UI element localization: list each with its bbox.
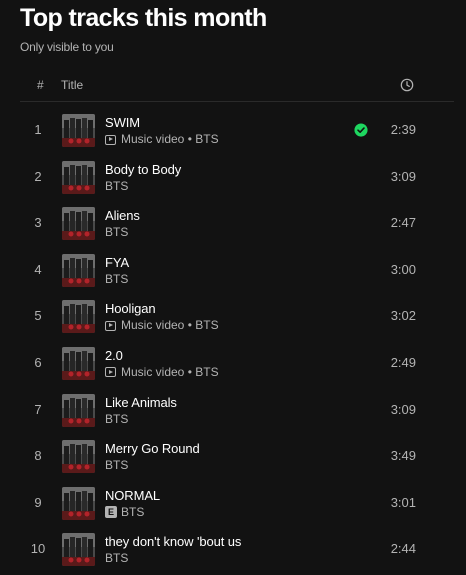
album-art xyxy=(62,440,95,474)
artist-link[interactable]: BTS xyxy=(105,272,128,287)
track-duration: 3:02 xyxy=(390,308,416,324)
track-info: Like Animals BTS xyxy=(105,395,374,427)
page-title: Top tracks this month xyxy=(20,4,267,32)
track-meta: BTS xyxy=(105,412,374,427)
track-meta: BTS xyxy=(105,272,374,287)
track-number: 2 xyxy=(34,168,42,184)
track-number: 1 xyxy=(34,122,42,137)
tracklist-header: # Title xyxy=(20,70,454,102)
track-row[interactable]: 3 Aliens BTS 2:47 xyxy=(20,200,454,247)
track-meta: Music video • BTS xyxy=(105,132,374,147)
album-art xyxy=(62,346,95,380)
track-number: 3 xyxy=(34,215,42,231)
track-info: Hooligan Music video • BTS xyxy=(105,301,374,333)
artist-link[interactable]: BTS xyxy=(105,551,128,566)
music-video-icon xyxy=(105,367,116,378)
track-type: Music video xyxy=(121,364,185,379)
track-name[interactable]: Aliens xyxy=(105,208,374,224)
track-duration: 2:47 xyxy=(390,215,416,231)
track-meta: BTS xyxy=(105,225,374,240)
album-art xyxy=(62,160,95,194)
track-type: Music video xyxy=(121,318,185,333)
track-duration: 2:39 xyxy=(390,122,416,137)
separator-dot: • xyxy=(184,132,196,146)
track-meta: Music video • BTS xyxy=(105,365,374,380)
track-duration: 2:44 xyxy=(390,541,416,557)
track-number: 6 xyxy=(34,354,42,370)
header-number[interactable]: # xyxy=(37,78,44,92)
track-number: 9 xyxy=(34,494,42,510)
track-duration: 3:00 xyxy=(390,261,416,277)
artist-link[interactable]: BTS xyxy=(195,365,218,380)
top-tracks-page: Top tracks this month Only visible to yo… xyxy=(0,0,466,575)
track-duration: 3:01 xyxy=(390,494,416,510)
album-art xyxy=(62,300,95,334)
album-art xyxy=(62,207,95,241)
track-name[interactable]: Merry Go Round xyxy=(105,441,374,457)
explicit-badge: E xyxy=(105,506,117,519)
track-row[interactable]: 1 SWIM Music video • BTS 2:39 xyxy=(20,107,454,154)
music-video-icon xyxy=(105,134,116,145)
artist-link[interactable]: BTS xyxy=(105,412,128,427)
artist-link[interactable]: BTS xyxy=(105,179,128,194)
separator-dot: • xyxy=(184,318,196,333)
track-name[interactable]: 2.0 xyxy=(105,348,374,364)
page-subtitle: Only visible to you xyxy=(20,40,114,54)
track-meta: E BTS xyxy=(105,505,374,520)
separator-dot: • xyxy=(184,364,196,379)
clock-icon[interactable] xyxy=(400,78,414,92)
music-video-icon xyxy=(105,320,116,331)
track-number: 5 xyxy=(34,308,42,324)
track-number: 4 xyxy=(34,261,42,277)
track-name[interactable]: Body to Body xyxy=(105,162,374,178)
track-number: 7 xyxy=(34,401,42,417)
track-type: Music video xyxy=(121,132,185,146)
album-art xyxy=(62,253,95,287)
track-meta: Music video • BTS xyxy=(105,318,374,333)
track-info: 2.0 Music video • BTS xyxy=(105,348,374,380)
track-info: Aliens BTS xyxy=(105,208,374,240)
track-info: FYA BTS xyxy=(105,255,374,287)
track-info: Merry Go Round BTS xyxy=(105,441,374,473)
track-row[interactable]: 9 NORMAL E BTS 3:01 xyxy=(20,480,454,527)
track-row[interactable]: 4 FYA BTS 3:00 xyxy=(20,247,454,294)
track-name[interactable]: Like Animals xyxy=(105,395,374,411)
header-title[interactable]: Title xyxy=(61,78,83,92)
track-meta: BTS xyxy=(105,458,374,473)
album-art xyxy=(62,393,95,427)
track-duration: 3:09 xyxy=(390,168,416,184)
track-row[interactable]: 8 Merry Go Round BTS 3:49 xyxy=(20,433,454,480)
track-name[interactable]: Hooligan xyxy=(105,301,374,317)
track-row[interactable]: 2 Body to Body BTS 3:09 xyxy=(20,154,454,201)
track-meta: BTS xyxy=(105,551,374,566)
track-row[interactable]: 5 Hooligan Music video • BTS 3:02 xyxy=(20,293,454,340)
track-number: 8 xyxy=(34,448,42,464)
track-name[interactable]: they don't know 'bout us xyxy=(105,534,374,550)
artist-link[interactable]: BTS xyxy=(121,505,144,520)
artist-link[interactable]: BTS xyxy=(105,458,128,473)
track-info: they don't know 'bout us BTS xyxy=(105,534,374,566)
track-row[interactable]: 6 2.0 Music video • BTS 2:49 xyxy=(20,340,454,387)
track-name[interactable]: FYA xyxy=(105,255,374,271)
saved-check-icon[interactable] xyxy=(354,123,368,137)
track-info: Body to Body BTS xyxy=(105,162,374,194)
album-art xyxy=(62,486,95,520)
track-info: SWIM Music video • BTS xyxy=(105,115,374,147)
artist-link[interactable]: BTS xyxy=(195,318,218,333)
album-art xyxy=(62,533,95,567)
track-duration: 3:49 xyxy=(390,448,416,464)
tracklist: 1 SWIM Music video • BTS 2:39 2 Body to … xyxy=(20,107,454,573)
track-row[interactable]: 10 they don't know 'bout us BTS 2:44 xyxy=(20,526,454,573)
track-name[interactable]: SWIM xyxy=(105,115,374,131)
track-duration: 3:09 xyxy=(390,401,416,417)
track-info: NORMAL E BTS xyxy=(105,488,374,520)
artist-link[interactable]: BTS xyxy=(105,225,128,240)
track-number: 10 xyxy=(30,541,46,557)
track-meta: BTS xyxy=(105,179,374,194)
artist-link[interactable]: BTS xyxy=(195,132,218,147)
track-name[interactable]: NORMAL xyxy=(105,488,374,504)
album-art xyxy=(62,114,95,147)
track-duration: 2:49 xyxy=(390,354,416,370)
track-row[interactable]: 7 Like Animals BTS 3:09 xyxy=(20,387,454,434)
